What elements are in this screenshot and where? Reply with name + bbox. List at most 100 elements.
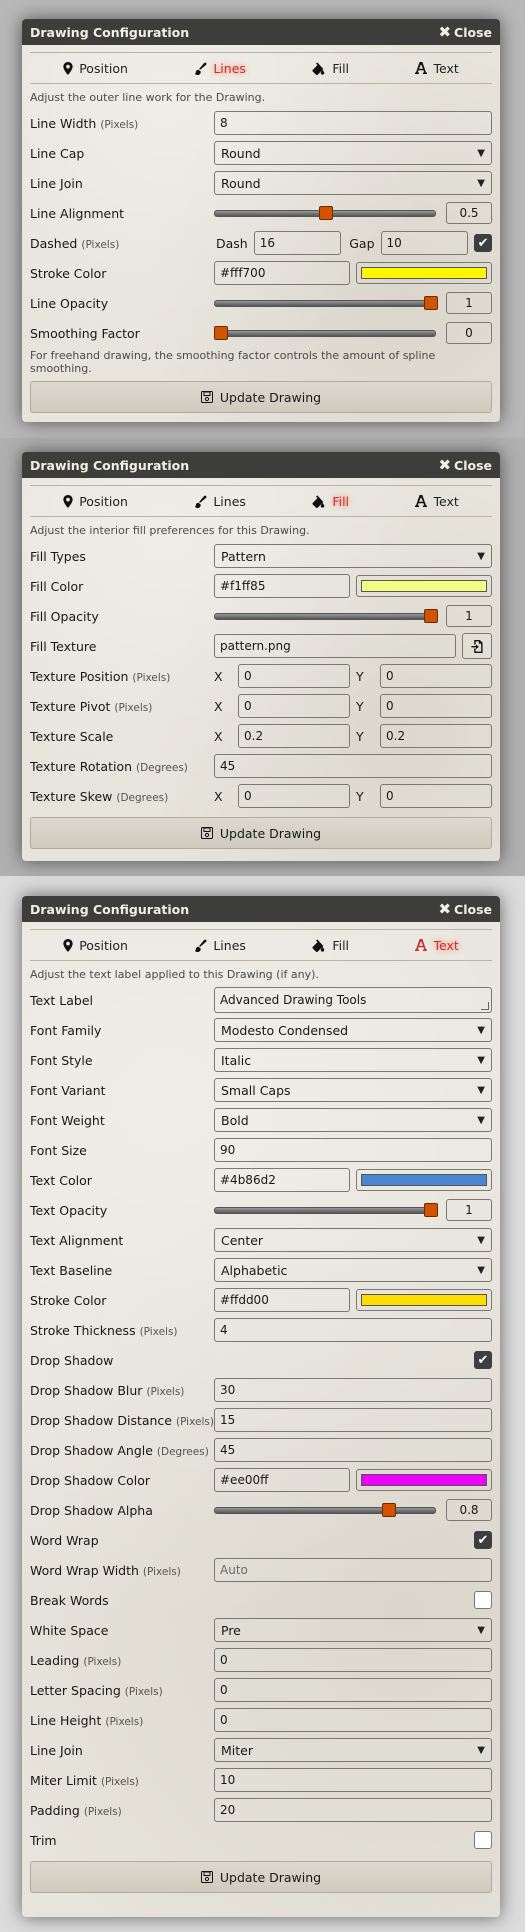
fill-types-select[interactable]: Pattern ▼ xyxy=(214,544,492,568)
slider-thumb[interactable] xyxy=(424,1203,438,1217)
stroke-thickness-input[interactable]: 4 xyxy=(214,1318,492,1342)
smoothing-value[interactable]: 0 xyxy=(446,322,492,344)
field-label: Fill Color xyxy=(30,578,84,594)
fill-opacity-value[interactable]: 1 xyxy=(446,605,492,627)
texture-rotation-input[interactable]: 45 xyxy=(214,754,492,778)
line-alignment-slider[interactable] xyxy=(214,206,436,220)
drop-shadow-alpha-value[interactable]: 0.8 xyxy=(446,1499,492,1521)
stroke-color-input[interactable]: #ffdd00 xyxy=(214,1288,350,1312)
dash-input[interactable]: 16 xyxy=(253,231,342,255)
tab-fill[interactable]: Fill xyxy=(312,61,349,76)
close-button[interactable]: ✖ Close xyxy=(438,901,492,917)
texture-scale-x-input[interactable]: 0.2 xyxy=(238,724,350,748)
line-alignment-value[interactable]: 0.5 xyxy=(446,202,492,224)
tab-position[interactable]: Position xyxy=(63,494,128,509)
window-titlebar[interactable]: Drawing Configuration ✖ Close xyxy=(22,452,500,478)
y-label: Y xyxy=(356,788,364,804)
field-label: Font Style xyxy=(30,1052,93,1068)
file-picker-button[interactable] xyxy=(462,633,492,659)
font-style-select[interactable]: Italic ▼ xyxy=(214,1048,492,1072)
texture-scale-y-input[interactable]: 0.2 xyxy=(380,724,492,748)
word-wrap-width-input[interactable]: Auto xyxy=(214,1558,492,1582)
font-variant-select[interactable]: Small Caps ▼ xyxy=(214,1078,492,1102)
font-weight-select[interactable]: Bold ▼ xyxy=(214,1108,492,1132)
line-join-select[interactable]: Round ▼ xyxy=(214,171,492,195)
line-width-input[interactable]: 8 xyxy=(214,111,492,135)
drop-shadow-color-picker[interactable] xyxy=(356,1469,492,1491)
drop-shadow-angle-input[interactable]: 45 xyxy=(214,1438,492,1462)
update-drawing-button[interactable]: Update Drawing xyxy=(30,1861,492,1893)
slider-thumb[interactable] xyxy=(319,206,333,220)
drop-shadow-distance-input[interactable]: 15 xyxy=(214,1408,492,1432)
slider-thumb[interactable] xyxy=(424,296,438,310)
close-button[interactable]: ✖ Close xyxy=(438,24,492,40)
drop-shadow-blur-input[interactable]: 30 xyxy=(214,1378,492,1402)
fill-color-picker[interactable] xyxy=(356,575,492,597)
tab-position[interactable]: Position xyxy=(63,61,128,76)
tab-text[interactable]: Text xyxy=(415,61,459,76)
tab-lines[interactable]: Lines xyxy=(194,61,246,76)
letter-spacing-input[interactable]: 0 xyxy=(214,1678,492,1702)
text-opacity-slider[interactable] xyxy=(214,1203,438,1217)
slider-thumb[interactable] xyxy=(214,326,228,340)
drop-shadow-alpha-slider[interactable] xyxy=(214,1503,436,1517)
window-titlebar[interactable]: Drawing Configuration ✖ Close xyxy=(22,896,500,922)
line-opacity-slider[interactable] xyxy=(214,296,438,310)
drop-shadow-color-input[interactable]: #ee00ff xyxy=(214,1468,350,1492)
texture-position-x-input[interactable]: 0 xyxy=(238,664,350,688)
resize-grip[interactable] xyxy=(481,1002,489,1010)
padding-input[interactable]: 20 xyxy=(214,1798,492,1822)
close-button[interactable]: ✖ Close xyxy=(438,457,492,473)
line-cap-select[interactable]: Round ▼ xyxy=(214,141,492,165)
fill-opacity-slider[interactable] xyxy=(214,609,438,623)
tab-text[interactable]: Text xyxy=(415,938,459,953)
texture-pivot-y-input[interactable]: 0 xyxy=(380,694,492,718)
chevron-down-icon: ▼ xyxy=(477,1234,485,1246)
stroke-color-picker[interactable] xyxy=(356,262,492,284)
font-family-select[interactable]: Modesto Condensed ▼ xyxy=(214,1018,492,1042)
leading-input[interactable]: 0 xyxy=(214,1648,492,1672)
tab-lines[interactable]: Lines xyxy=(194,938,246,953)
text-alignment-select[interactable]: Center ▼ xyxy=(214,1228,492,1252)
texture-skew-y-input[interactable]: 0 xyxy=(380,784,492,808)
dashed-checkbox[interactable]: ✔ xyxy=(474,234,493,252)
trim-checkbox[interactable] xyxy=(474,1831,492,1849)
text-color-input[interactable]: #4b86d2 xyxy=(214,1168,350,1192)
update-drawing-button[interactable]: Update Drawing xyxy=(30,817,492,849)
texture-position-y-input[interactable]: 0 xyxy=(380,664,492,688)
slider-thumb[interactable] xyxy=(424,609,438,623)
line-join-select[interactable]: Miter ▼ xyxy=(214,1738,492,1762)
fill-color-input[interactable]: #f1ff85 xyxy=(214,574,350,598)
text-color-picker[interactable] xyxy=(356,1169,492,1191)
white-space-select[interactable]: Pre ▼ xyxy=(214,1618,492,1642)
stroke-color-picker[interactable] xyxy=(356,1289,492,1311)
window-titlebar[interactable]: Drawing Configuration ✖ Close xyxy=(22,19,500,45)
field-label: Font Weight xyxy=(30,1112,105,1128)
tab-lines[interactable]: Lines xyxy=(194,494,246,509)
text-label-textarea[interactable]: Advanced Drawing Tools xyxy=(214,987,492,1013)
smoothing-slider[interactable] xyxy=(214,326,436,340)
update-drawing-button[interactable]: Update Drawing xyxy=(30,381,492,413)
texture-skew-x-input[interactable]: 0 xyxy=(238,784,350,808)
font-size-input[interactable]: 90 xyxy=(214,1138,492,1162)
line-opacity-value[interactable]: 1 xyxy=(446,292,492,314)
tab-fill[interactable]: Fill xyxy=(312,494,349,509)
font-style-row: Font Style Italic ▼ xyxy=(30,1045,492,1075)
tab-fill[interactable]: Fill xyxy=(312,938,349,953)
fill-texture-input[interactable]: pattern.png xyxy=(214,634,456,658)
slider-thumb[interactable] xyxy=(382,1503,396,1517)
drop-shadow-checkbox[interactable]: ✔ xyxy=(474,1351,492,1369)
break-words-checkbox[interactable] xyxy=(474,1591,492,1609)
text-opacity-value[interactable]: 1 xyxy=(446,1199,492,1221)
text-baseline-select[interactable]: Alphabetic ▼ xyxy=(214,1258,492,1282)
text-alignment-row: Text Alignment Center ▼ xyxy=(30,1225,492,1255)
miter-limit-input[interactable]: 10 xyxy=(214,1768,492,1792)
tab-label: Lines xyxy=(213,937,246,953)
tab-position[interactable]: Position xyxy=(63,938,128,953)
texture-pivot-x-input[interactable]: 0 xyxy=(238,694,350,718)
gap-input[interactable]: 10 xyxy=(380,231,469,255)
line-height-input[interactable]: 0 xyxy=(214,1708,492,1732)
tab-text[interactable]: Text xyxy=(415,494,459,509)
stroke-color-input[interactable]: #fff700 xyxy=(214,261,350,285)
word-wrap-checkbox[interactable]: ✔ xyxy=(474,1531,492,1549)
